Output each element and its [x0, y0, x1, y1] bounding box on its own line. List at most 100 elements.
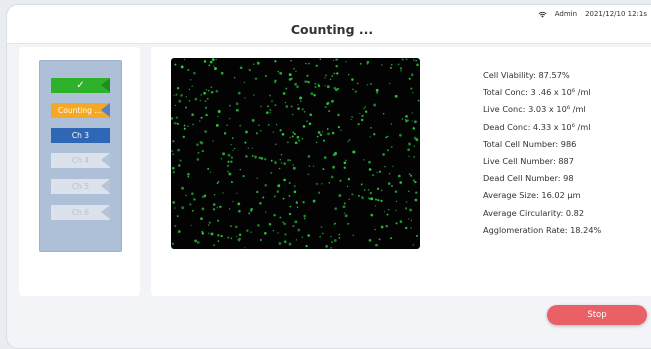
cell-dot — [283, 240, 287, 244]
cell-dot — [408, 142, 411, 146]
cell-dot — [210, 86, 213, 89]
cell-dot — [317, 131, 321, 134]
channel-6[interactable]: Ch 6 — [51, 205, 110, 220]
cell-dot — [238, 233, 242, 236]
cell-dot — [400, 70, 402, 72]
cell-dot — [296, 202, 298, 205]
cell-dot — [185, 96, 187, 98]
cell-dot — [322, 139, 326, 142]
cell-dot — [294, 82, 297, 86]
cell-dot — [295, 239, 298, 241]
channel-tab-marker — [101, 78, 110, 92]
cell-dot — [330, 247, 332, 249]
cell-dot — [210, 232, 214, 236]
cell-dot — [236, 108, 240, 112]
cell-dot — [308, 62, 310, 65]
cell-dot — [394, 94, 398, 98]
cell-dot — [269, 112, 271, 114]
cell-dot — [304, 80, 307, 83]
cell-dot — [368, 239, 372, 242]
cell-dot — [380, 225, 384, 229]
cell-dot — [354, 90, 358, 93]
cell-dot — [350, 118, 352, 121]
channel-4[interactable]: Ch 4 — [51, 153, 110, 168]
cell-dot — [176, 86, 180, 90]
cell-dot — [332, 59, 335, 62]
cell-dot — [399, 67, 403, 70]
cell-dot — [394, 190, 398, 193]
cell-dot — [242, 175, 245, 178]
cell-dot — [187, 69, 190, 71]
channel-3[interactable]: Ch 3 — [51, 128, 110, 143]
cell-dot — [253, 94, 255, 96]
cell-dot — [245, 155, 248, 158]
cell-dot — [175, 116, 178, 119]
cell-dot — [347, 222, 350, 225]
cell-dot — [262, 196, 265, 199]
cell-dot — [410, 227, 412, 229]
cell-dot — [292, 225, 295, 228]
channel-tab-marker — [101, 153, 110, 167]
cell-dot — [331, 241, 333, 244]
channel-1-done[interactable]: ✓ — [51, 78, 110, 93]
cell-dot — [405, 115, 408, 118]
cell-dot — [290, 105, 293, 108]
header-bar: Counting ... Admin 2021/12/10 12:1⁠s — [7, 5, 651, 44]
cell-dot — [220, 157, 223, 160]
channel-2-counting[interactable]: Counting ... — [51, 103, 110, 118]
cell-dot — [345, 159, 347, 161]
cell-dot — [239, 168, 242, 171]
cell-dot — [279, 216, 282, 219]
cell-dot — [208, 64, 211, 67]
cell-dot — [399, 181, 402, 184]
cell-dot — [181, 186, 184, 190]
cell-dot — [226, 164, 230, 168]
cell-dot — [228, 117, 231, 120]
cell-dot — [410, 87, 413, 90]
cell-dot — [383, 113, 385, 115]
cell-dot — [357, 194, 360, 197]
stop-button[interactable]: Stop — [547, 305, 647, 325]
cell-dot — [363, 189, 366, 191]
total-conc-value: Total Conc: 3 .46 x 10⁶ /ml — [483, 87, 591, 98]
cell-dot — [178, 164, 181, 167]
channel-label: Ch 6 — [71, 208, 90, 217]
cell-dot — [369, 82, 372, 85]
results-panel: Cell Viability: 87.57% Total Conc: 3 .46… — [151, 47, 651, 296]
cell-dot — [177, 148, 180, 152]
cell-dot — [288, 78, 292, 81]
live-cell-number-value: Live Cell Number: 887 — [483, 156, 574, 167]
cell-dot — [243, 81, 246, 84]
cell-dot — [405, 226, 408, 230]
channel-label: Ch 5 — [71, 182, 90, 191]
cell-dot — [190, 78, 192, 81]
cell-dot — [273, 213, 276, 217]
cell-dot — [323, 156, 327, 159]
cell-dot — [320, 226, 323, 228]
cell-dot — [277, 71, 279, 73]
cell-dot — [260, 157, 264, 160]
cell-dot — [272, 131, 275, 133]
cell-dot — [366, 84, 369, 86]
cell-dot — [347, 177, 350, 181]
wifi-icon — [538, 11, 547, 18]
cell-dot — [236, 192, 238, 195]
channel-5[interactable]: Ch 5 — [51, 179, 110, 194]
cell-dot — [334, 88, 338, 92]
cell-dot — [404, 207, 408, 210]
cell-dot — [254, 155, 257, 159]
channel-tab-marker — [101, 205, 110, 219]
cell-dot — [201, 230, 204, 233]
cell-dot — [313, 93, 316, 97]
cell-dot — [375, 88, 379, 92]
cell-dot — [369, 191, 372, 195]
cell-dot — [340, 129, 342, 132]
cell-dot — [388, 173, 391, 175]
cell-dot — [267, 124, 270, 126]
cell-dot — [288, 73, 292, 77]
cell-dot — [362, 159, 365, 161]
cell-dot — [408, 77, 411, 80]
cell-dot — [192, 123, 194, 126]
cell-dot — [308, 122, 312, 126]
cell-dot — [274, 81, 276, 84]
